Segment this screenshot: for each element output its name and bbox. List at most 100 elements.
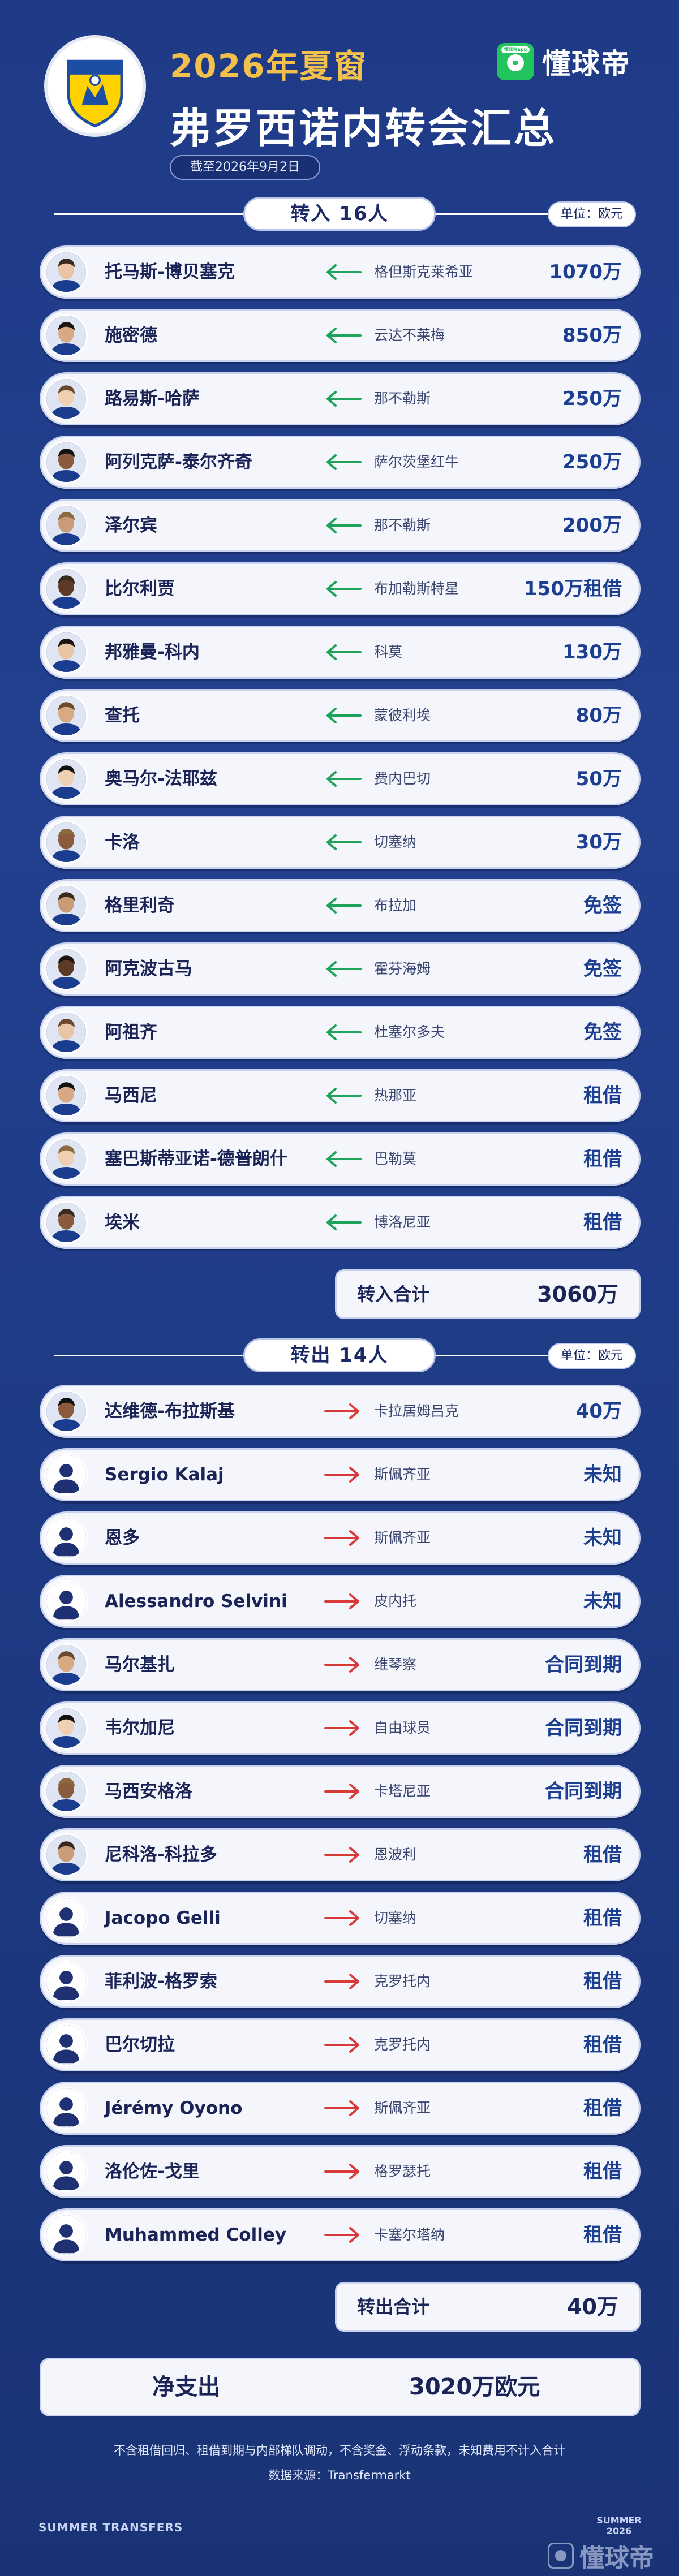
player-name: 马西安格洛 [105, 1781, 192, 1802]
transfer-fee: 130万 [562, 641, 622, 664]
transfer-fee: 850万 [562, 324, 622, 347]
transfer-fee: 150万租借 [524, 578, 622, 600]
arrow-left-icon [324, 643, 362, 661]
from-club: 切塞纳 [374, 834, 417, 850]
to-club: 斯佩齐亚 [374, 1530, 431, 1546]
from-club: 杜塞尔多夫 [374, 1024, 445, 1040]
arrow-left-icon [324, 707, 362, 725]
arrow-right-icon [324, 1592, 362, 1610]
to-club: 斯佩齐亚 [374, 1466, 431, 1483]
to-club: 卡塞尔塔纳 [374, 2226, 445, 2243]
arrow-left-icon [324, 263, 362, 281]
to-club: 卡拉居姆吕克 [374, 1403, 459, 1419]
outgoing-heading-label: 转出 14人 [243, 1338, 436, 1372]
transfer-fee: 40万 [575, 1400, 622, 1423]
user-silhouette-icon [45, 2087, 88, 2130]
arrow-left-icon [324, 770, 362, 788]
player-row: 塞巴斯蒂亚诺-德普朗什 巴勒莫 租借 [40, 1132, 641, 1186]
player-name: 奥马尔-法耶兹 [105, 769, 217, 789]
to-club: 克罗托内 [374, 2036, 431, 2053]
player-photo [45, 567, 88, 610]
player-photo [45, 314, 88, 357]
player-row: 托马斯-博贝塞克 格但斯克莱希亚 1070万 [40, 245, 641, 299]
player-row: 埃米 博洛尼亚 租借 [40, 1196, 641, 1249]
player-row: Muhammed Colley 卡塞尔塔纳 租借 [40, 2208, 641, 2261]
transfer-fee: 50万 [575, 768, 622, 790]
player-name: 洛伦佐-戈里 [105, 2161, 200, 2182]
player-row: 施密德 云达不莱梅 850万 [40, 309, 641, 362]
incoming-total-value: 3060万 [537, 1282, 618, 1307]
outgoing-section-heading: 转出 14人 单位：欧元 [0, 1338, 679, 1372]
player-name: 格里利奇 [105, 895, 175, 916]
arrow-right-icon [324, 2226, 362, 2244]
transfer-fee: 合同到期 [545, 1717, 622, 1739]
footer-left-label: SUMMER TRANSFERS [38, 2521, 183, 2534]
from-club: 博洛尼亚 [374, 1214, 431, 1230]
player-row: 格里利奇 布拉加 免签 [40, 879, 641, 932]
player-name: 马尔基扎 [105, 1655, 175, 1675]
player-row: Jérémy Oyono 斯佩齐亚 租借 [40, 2082, 641, 2135]
data-source: 数据来源：Transfermarkt [268, 2469, 411, 2482]
player-photo [45, 1138, 88, 1181]
transfer-fee: 租借 [583, 1970, 622, 1993]
arrow-left-icon [324, 516, 362, 535]
player-row: 韦尔加尼 自由球员 合同到期 [40, 1701, 641, 1755]
transfer-fee: 250万 [562, 451, 622, 473]
player-row: 洛伦佐-戈里 格罗瑟托 租借 [40, 2145, 641, 2198]
player-photo [45, 694, 88, 737]
to-club: 切塞纳 [374, 1910, 417, 1926]
incoming-total-label: 转入合计 [357, 1283, 430, 1305]
arrow-left-icon [324, 580, 362, 598]
to-club: 格罗瑟托 [374, 2163, 431, 2179]
player-name: Jacopo Gelli [105, 1908, 221, 1928]
transfer-fee: 80万 [575, 704, 622, 727]
user-silhouette-icon [45, 2213, 88, 2256]
player-name: 马西尼 [105, 1085, 157, 1106]
player-row: 查托 蒙彼利埃 80万 [40, 689, 641, 742]
transfer-fee: 租借 [583, 1907, 622, 1929]
to-club: 自由球员 [374, 1720, 431, 1736]
player-row: 马尔基扎 维琴察 合同到期 [40, 1638, 641, 1691]
player-photo [45, 251, 88, 294]
arrow-left-icon [324, 833, 362, 851]
brand: 懂球帝app 懂球帝 [497, 42, 630, 81]
incoming-total-box: 转入合计 3060万 [335, 1269, 641, 1319]
transfer-fee: 租借 [583, 1211, 622, 1234]
player-row: 阿祖齐 杜塞尔多夫 免签 [40, 1006, 641, 1059]
transfer-fee: 合同到期 [545, 1780, 622, 1803]
arrow-right-icon [324, 2099, 362, 2117]
player-row: 恩多 斯佩齐亚 未知 [40, 1511, 641, 1565]
arrow-left-icon [324, 1023, 362, 1041]
arrow-right-icon [324, 1972, 362, 1991]
player-photo [45, 1643, 88, 1686]
arrow-right-icon [324, 1656, 362, 1674]
player-name: 邦雅曼-科内 [105, 642, 200, 662]
player-row: 菲利波-格罗索 克罗托内 租借 [40, 1955, 641, 2008]
player-row: 比尔利贾 布加勒斯特星 150万租借 [40, 562, 641, 615]
footnote: 不含租借回归、租借到期与内部梯队调动，不含奖金、浮动条款，未知费用不计入合计 [114, 2444, 565, 2457]
arrow-right-icon [324, 1719, 362, 1737]
arrow-right-icon [324, 1402, 362, 1420]
header: 2026年夏窗 弗罗西诺内转会汇总 截至2026年9月2日 懂球帝app 懂球帝 [0, 0, 679, 192]
player-name: Alessandro Selvini [105, 1591, 287, 1612]
player-row: 邦雅曼-科内 科莫 130万 [40, 626, 641, 679]
to-club: 斯佩齐亚 [374, 2100, 431, 2116]
player-name: 托马斯-博贝塞克 [105, 262, 235, 282]
player-name: 尼科洛-科拉多 [105, 1845, 217, 1865]
from-club: 布拉加 [374, 897, 417, 914]
to-club: 皮内托 [374, 1593, 417, 1609]
arrow-right-icon [324, 1529, 362, 1547]
player-row: 尼科洛-科拉多 恩波利 租借 [40, 1828, 641, 1881]
player-name: 卡洛 [105, 832, 140, 852]
outgoing-unit-label: 单位：欧元 [548, 1343, 636, 1369]
user-silhouette-icon [45, 2150, 88, 2193]
watermark: 懂球帝 [548, 2538, 654, 2574]
transfer-fee: 1070万 [549, 261, 622, 283]
player-photo [45, 631, 88, 674]
transfer-fee: 免签 [583, 894, 622, 917]
watermark-logo-icon [548, 2543, 574, 2569]
player-photo [45, 1074, 88, 1117]
transfer-fee: 免签 [583, 958, 622, 980]
transfer-fee: 合同到期 [545, 1653, 622, 1676]
incoming-unit-label: 单位：欧元 [548, 201, 636, 227]
